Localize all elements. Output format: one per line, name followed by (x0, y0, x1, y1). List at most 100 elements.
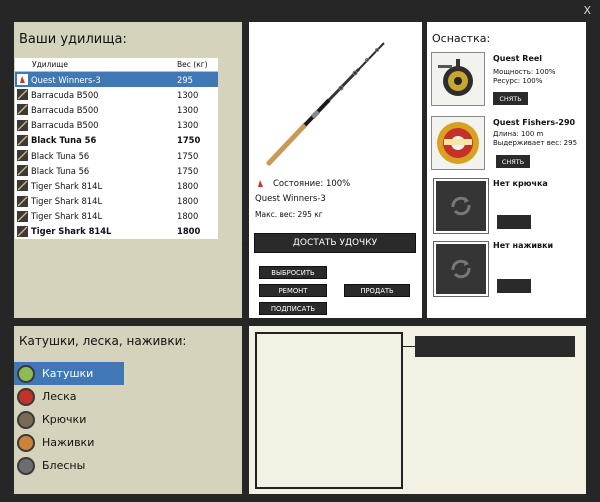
rod-row-weight: 1750 (177, 150, 199, 161)
rod-row[interactable]: Tiger Shark 814L 1800 (15, 178, 218, 194)
rod-icon (17, 225, 28, 237)
rod-row[interactable]: Barracuda B500 1300 (15, 87, 218, 103)
rod-row-weight: 1800 (177, 226, 201, 237)
line-spool-icon (17, 387, 35, 406)
rod-row[interactable]: Quest Winners-3 295 (15, 72, 218, 88)
rod-icon (17, 89, 28, 101)
category-item[interactable]: Катушки (14, 362, 124, 385)
reel-power: Мощность: 100% (493, 68, 556, 76)
reel-info: Мощность: 100% Ресурс: 100% (493, 68, 555, 86)
col-weight-header: Вес (кг) (177, 60, 208, 69)
rod-row-weight: 1800 (177, 211, 199, 222)
rod-row-weight: 1300 (177, 89, 199, 100)
line-length: Длина: 100 m (493, 130, 544, 138)
rod-row-name: Black Tuna 56 (31, 165, 90, 176)
reel-name: Quest Reel (493, 54, 543, 63)
reel-icon (17, 364, 35, 383)
category-label: Катушки (42, 367, 94, 380)
rod-red-icon (17, 74, 28, 86)
rod-row-name: Tiger Shark 814L (31, 180, 103, 191)
spoon-lure-icon (17, 456, 35, 475)
empty-slot-icon (451, 196, 471, 216)
rods-table-header: Удилище Вес (кг) (15, 58, 218, 72)
rod-state-icon (255, 178, 266, 189)
pull-rod-button[interactable]: ДОСТАТЬ УДОЧКУ (254, 233, 416, 253)
rod-row-name: Barracuda B500 (31, 104, 99, 115)
category-label: Крючки (42, 413, 87, 426)
reel-thumbnail[interactable] (431, 52, 485, 106)
categories-panel: Катушки, леска, наживки: Катушки Леска Крю… (14, 326, 242, 494)
remove-line-button[interactable]: СНЯТЬ (496, 155, 530, 168)
rod-row-weight: 1300 (177, 120, 199, 131)
repair-button[interactable]: РЕМОНТ (259, 284, 327, 297)
rod-max-weight: Макс. вес: 295 кг (255, 210, 323, 219)
close-button[interactable]: X (583, 4, 591, 17)
hook-slot[interactable] (434, 179, 488, 233)
rod-row[interactable]: Black Tuna 56 1750 (15, 132, 218, 148)
rods-panel: Ваши удилища: Удилище Вес (кг) Quest Win… (14, 22, 242, 318)
sign-button[interactable]: ПОДПИСАТЬ (259, 302, 327, 315)
rod-row-weight: 1750 (177, 165, 199, 176)
categories-title: Катушки, леска, наживки: (19, 334, 187, 348)
connector-line (242, 244, 249, 245)
rod-row-name: Tiger Shark 814L (31, 211, 103, 222)
tackle-panel: Оснастка: Quest Reel Мощность: 100% Ресу… (427, 22, 586, 318)
rod-row-weight: 1300 (177, 104, 199, 115)
tackle-title: Оснастка: (432, 32, 491, 45)
rod-icon (17, 134, 28, 146)
rod-row[interactable]: Barracuda B500 1300 (15, 102, 218, 118)
rod-row[interactable]: Black Tuna 56 1750 (15, 163, 218, 179)
rod-row-name: Barracuda B500 (31, 89, 99, 100)
rod-icon (17, 195, 28, 207)
category-item[interactable]: Наживки (14, 431, 124, 454)
rod-row-weight: 1800 (177, 196, 199, 207)
item-title-bar (415, 336, 575, 357)
bait-name: Нет наживки (493, 241, 554, 250)
category-label: Леска (42, 390, 77, 403)
rod-row[interactable]: Black Tuna 56 1750 (15, 147, 218, 164)
category-item[interactable]: Леска (14, 385, 124, 408)
rod-row-name: Tiger Shark 814L (31, 196, 103, 207)
category-item[interactable]: Блесны (14, 454, 124, 477)
line-strength: Выдерживает вес: 295 (493, 139, 578, 147)
rod-row-weight: 295 (177, 74, 193, 85)
bait-icon (17, 433, 35, 452)
reel-icon (432, 53, 484, 105)
col-rod-header: Удилище (32, 60, 68, 69)
item-detail-panel (249, 326, 586, 494)
item-preview-box (255, 332, 403, 489)
connector-line (403, 346, 415, 347)
bait-action-button[interactable] (497, 279, 531, 293)
remove-reel-button[interactable]: СНЯТЬ (493, 92, 528, 105)
rod-row-name: Tiger Shark 814L (31, 226, 112, 237)
throw-away-button[interactable]: ВЫБРОСИТЬ (259, 266, 327, 279)
rod-icon (17, 180, 28, 192)
rods-table: Удилище Вес (кг) Quest Winners-3 295 Barra… (15, 58, 218, 240)
rod-row[interactable]: Barracuda B500 1300 (15, 117, 218, 133)
rod-row[interactable]: Tiger Shark 814L 1800 (15, 223, 218, 240)
line-info: Длина: 100 m Выдерживает вес: 295 (493, 130, 577, 148)
rod-row-name: Barracuda B500 (31, 120, 99, 131)
sell-button[interactable]: ПРОДАТЬ (344, 284, 410, 297)
hook-action-button[interactable] (497, 215, 531, 229)
line-thumbnail[interactable] (431, 116, 485, 170)
rod-state: Состояние: 100% (255, 178, 350, 189)
bait-slot[interactable] (434, 242, 488, 296)
empty-slot-icon (451, 259, 471, 279)
fishing-rod-image (266, 42, 385, 166)
category-item[interactable]: Крючки (14, 408, 124, 431)
rod-row[interactable]: Tiger Shark 814L 1800 (15, 208, 218, 224)
rods-title: Ваши удилища: (19, 32, 127, 47)
rod-icon (17, 210, 28, 222)
rod-name: Quest Winners-3 (255, 194, 326, 204)
rod-icon (17, 104, 28, 116)
rod-state-text: Состояние: 100% (273, 178, 351, 189)
rod-row-name: Black Tuna 56 (31, 135, 97, 146)
line-spool-icon (432, 117, 484, 169)
reel-resource: Ресурс: 100% (493, 77, 543, 85)
rod-row-weight: 1750 (177, 135, 201, 146)
rod-row[interactable]: Tiger Shark 814L 1800 (15, 193, 218, 209)
rod-icon (17, 165, 28, 177)
category-label: Наживки (42, 436, 95, 449)
hook-icon (17, 410, 35, 429)
